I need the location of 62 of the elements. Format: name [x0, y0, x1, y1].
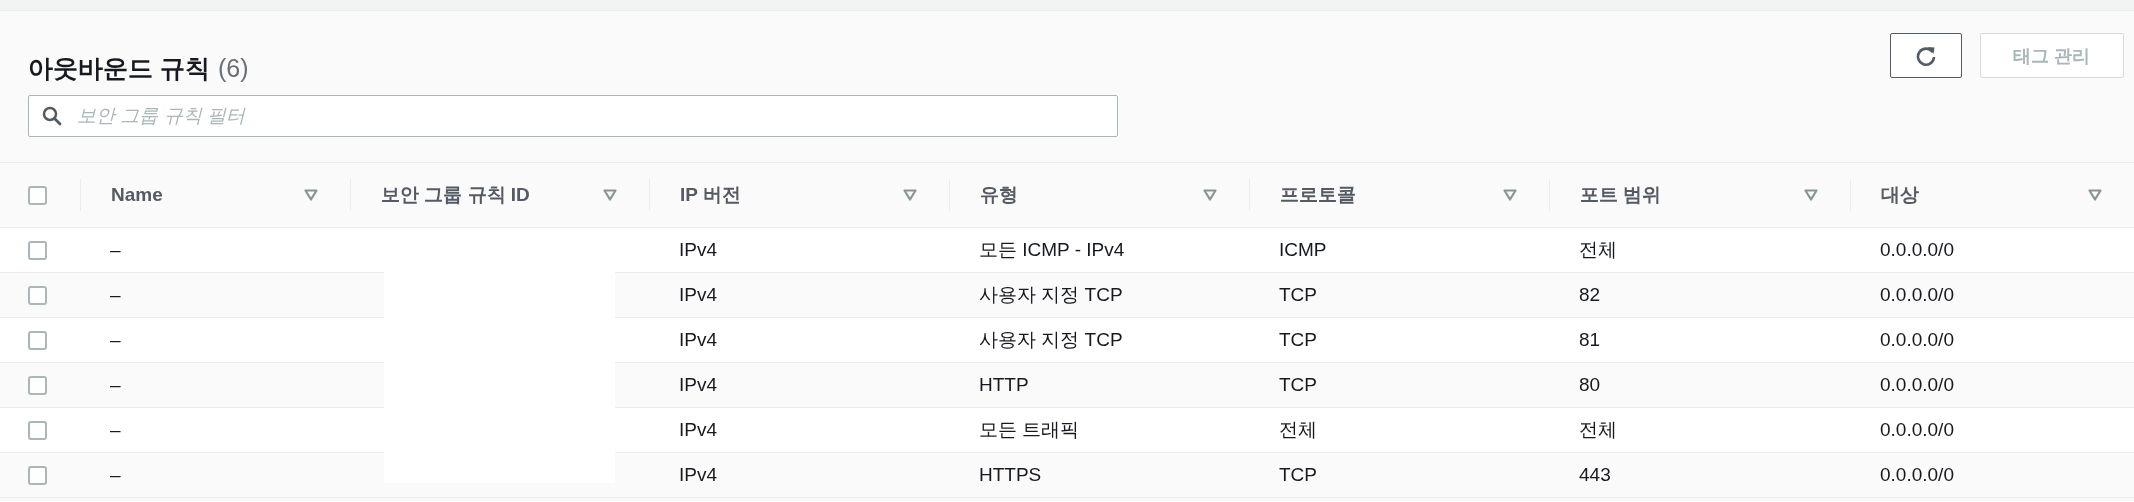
sort-icon[interactable] [1203, 189, 1217, 201]
table-cell: IPv4 [679, 284, 718, 306]
checkbox[interactable] [28, 330, 47, 350]
table-cell-text: 전체 [1279, 418, 1317, 442]
table-cell-text: 사용자 지정 TCP [979, 283, 1123, 307]
section-title: 아웃바운드 규칙 [28, 54, 210, 82]
column-header[interactable]: 보안 그룹 규칙 ID [381, 182, 530, 208]
checkbox[interactable] [28, 420, 47, 440]
table-cell-text: 전체 [1579, 418, 1617, 442]
column-header[interactable]: 프로토콜 [1280, 182, 1356, 208]
table-cell: 0.0.0.0/0 [1880, 374, 1954, 396]
table-cell-text: 모든 트래픽 [979, 418, 1080, 442]
table-cell: – [110, 239, 121, 261]
table-cell: IPv4 [679, 419, 718, 441]
table-cell: 82 [1579, 284, 1601, 306]
table-cell: TCP [1279, 329, 1317, 351]
table-cell: ICMP [1279, 239, 1327, 261]
table-cell-text: 사용자 지정 TCP [979, 328, 1123, 352]
column-header[interactable]: Name [111, 184, 163, 206]
table-cell: – [110, 464, 121, 486]
table-cell-text: 모든 ICMP - IPv4 [979, 238, 1125, 262]
table-cell: 80 [1579, 374, 1601, 396]
table-cell-text: 전체 [1579, 238, 1617, 262]
refresh-icon [1915, 44, 1937, 67]
table-cell: HTTP [979, 374, 1029, 396]
checkbox[interactable] [28, 375, 47, 395]
table-cell: IPv4 [679, 464, 718, 486]
table-cell: 0.0.0.0/0 [1880, 329, 1954, 351]
table-cell: IPv4 [679, 239, 718, 261]
sort-icon[interactable] [903, 189, 917, 201]
table-cell: TCP [1279, 464, 1317, 486]
table-cell: 0.0.0.0/0 [1880, 464, 1954, 486]
table-cell: HTTPS [979, 464, 1042, 486]
table-cell: TCP [1279, 374, 1317, 396]
table-cell: 443 [1579, 464, 1611, 486]
table-cell: – [110, 374, 121, 396]
sort-icon[interactable] [2088, 189, 2102, 201]
checkbox[interactable] [28, 285, 47, 305]
sort-icon[interactable] [1503, 189, 1517, 201]
table-cell: 0.0.0.0/0 [1880, 284, 1954, 306]
column-header[interactable]: IP 버전 [680, 182, 741, 208]
rule-count: (6) [217, 54, 249, 82]
table-cell: 81 [1579, 329, 1601, 351]
sort-icon[interactable] [603, 189, 617, 201]
table-cell: 0.0.0.0/0 [1880, 239, 1954, 261]
column-header[interactable]: 유형 [980, 182, 1018, 208]
checkbox[interactable] [28, 465, 47, 485]
column-header[interactable]: 포트 범위 [1580, 182, 1662, 208]
refresh-button[interactable] [1890, 33, 1962, 78]
table-cell: IPv4 [679, 329, 718, 351]
checkbox[interactable] [28, 185, 47, 205]
table-cell: – [110, 284, 121, 306]
table-cell: – [110, 419, 121, 441]
table-cell: – [110, 329, 121, 351]
table-cell: IPv4 [679, 374, 718, 396]
column-header[interactable]: 대상 [1881, 182, 1919, 208]
sort-icon[interactable] [304, 189, 318, 201]
table-cell: TCP [1279, 284, 1317, 306]
sort-icon[interactable] [1804, 189, 1818, 201]
table-cell: 0.0.0.0/0 [1880, 419, 1954, 441]
checkbox[interactable] [28, 240, 47, 260]
search-field[interactable]: 보안 그룹 규칙 필터 [28, 95, 1118, 137]
